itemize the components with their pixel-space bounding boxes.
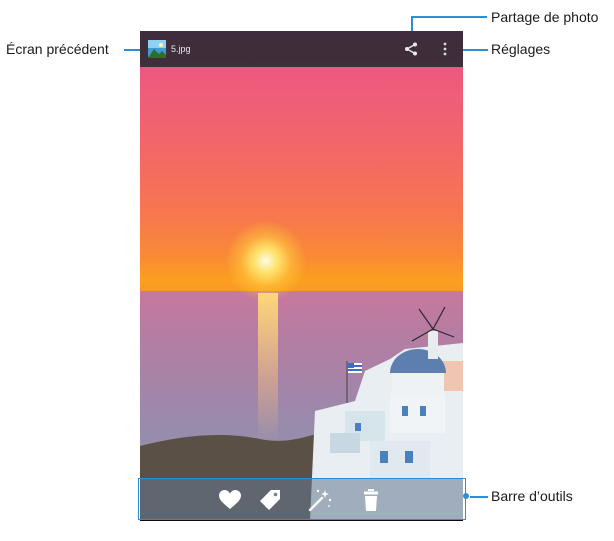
callout-share-label: Partage de photo	[491, 9, 599, 25]
settings-menu-button[interactable]	[436, 37, 454, 61]
back-button[interactable]: 5.jpg	[144, 35, 204, 63]
toolbar-highlight-frame	[138, 478, 466, 520]
file-name: 5.jpg	[171, 44, 191, 54]
photo-viewer-screen: 5.jpg	[140, 31, 463, 521]
overflow-menu-icon	[443, 42, 447, 56]
photo-village	[140, 306, 463, 521]
share-icon	[405, 42, 417, 56]
photo-image[interactable]	[140, 31, 463, 521]
image-thumbnail-icon	[148, 40, 166, 58]
callout-back-label: Écran précédent	[6, 41, 109, 57]
share-button[interactable]	[400, 37, 422, 61]
callout-share-line-h	[412, 16, 487, 18]
callout-settings-label: Réglages	[491, 41, 551, 57]
app-bar: 5.jpg	[140, 31, 463, 67]
callout-toolbar-label: Barre d’outils	[491, 488, 573, 504]
callout-toolbar-line	[470, 496, 488, 498]
